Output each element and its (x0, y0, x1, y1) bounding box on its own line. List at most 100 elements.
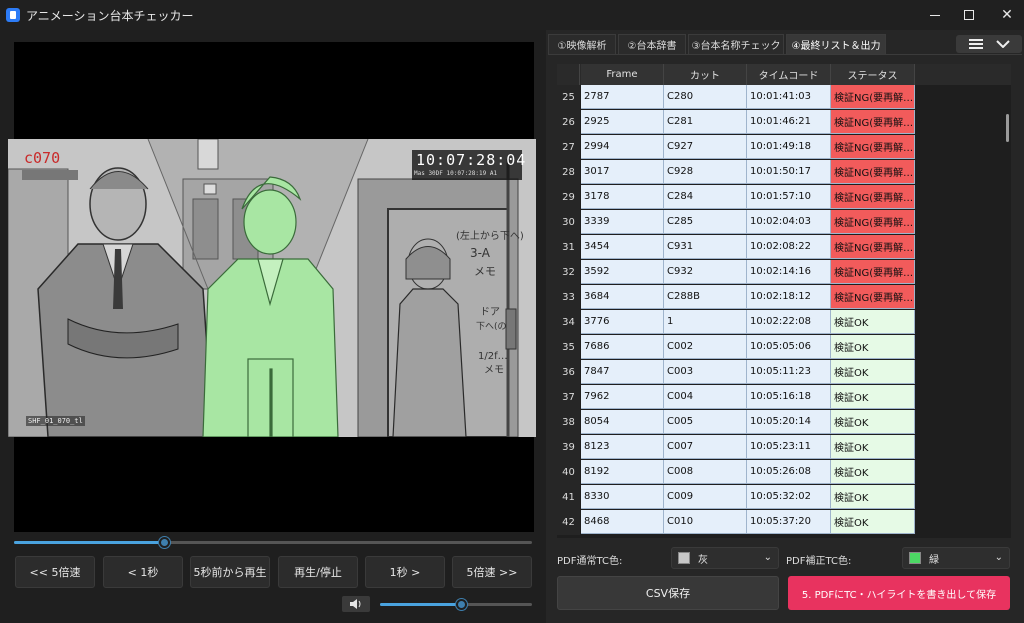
csv-save-button[interactable]: CSV保存 (557, 576, 779, 610)
table-row[interactable]: 40 8192 C008 10:05:26:08 検証OK (557, 460, 915, 485)
table-row[interactable]: 36 7847 C003 10:05:11:23 検証OK (557, 360, 915, 385)
cell-timecode[interactable]: 10:01:46:21 (747, 110, 831, 134)
cell-frame[interactable]: 8054 (581, 410, 664, 434)
tab-final-list[interactable]: ④最終リスト＆出力 (786, 34, 886, 54)
cell-frame[interactable]: 2925 (581, 110, 664, 134)
cell-timecode[interactable]: 10:02:18:12 (747, 285, 831, 309)
cell-status[interactable]: 検証NG(要再解… (831, 110, 915, 134)
table-row[interactable]: 27 2994 C927 10:01:49:18 検証NG(要再解… (557, 135, 915, 160)
pdf-export-button[interactable]: 5. PDFにTC・ハイライトを書き出して保存 (788, 576, 1010, 610)
table-scrollbar[interactable] (1006, 114, 1009, 142)
cell-cut[interactable]: C927 (664, 135, 747, 159)
cell-status[interactable]: 検証OK (831, 460, 915, 484)
cell-timecode[interactable]: 10:05:05:06 (747, 335, 831, 359)
play-from-5s-button[interactable]: 5秒前から再生 (190, 556, 270, 588)
cell-frame[interactable]: 2994 (581, 135, 664, 159)
back-1s-button[interactable]: < 1秒 (103, 556, 183, 588)
cell-cut[interactable]: C285 (664, 210, 747, 234)
cell-frame[interactable]: 8123 (581, 435, 664, 459)
cell-timecode[interactable]: 10:05:20:14 (747, 410, 831, 434)
seek-slider[interactable] (14, 537, 532, 548)
forward-5x-button[interactable]: 5倍速 >> (452, 556, 532, 588)
cell-status[interactable]: 検証NG(要再解… (831, 210, 915, 234)
table-row[interactable]: 26 2925 C281 10:01:46:21 検証NG(要再解… (557, 110, 915, 135)
column-header-status[interactable]: ステータス (831, 64, 915, 85)
cell-status[interactable]: 検証NG(要再解… (831, 235, 915, 259)
cell-cut[interactable]: 1 (664, 310, 747, 334)
cell-timecode[interactable]: 10:05:26:08 (747, 460, 831, 484)
cell-timecode[interactable]: 10:05:32:02 (747, 485, 831, 509)
cell-status[interactable]: 検証OK (831, 385, 915, 409)
table-row[interactable]: 25 2787 C280 10:01:41:03 検証NG(要再解… (557, 85, 915, 110)
cell-timecode[interactable]: 10:02:08:22 (747, 235, 831, 259)
table-row[interactable]: 39 8123 C007 10:05:23:11 検証OK (557, 435, 915, 460)
table-row[interactable]: 29 3178 C284 10:01:57:10 検証NG(要再解… (557, 185, 915, 210)
cell-cut[interactable]: C010 (664, 510, 747, 534)
tab-script-dictionary[interactable]: ②台本辞書 (618, 34, 686, 54)
cell-frame[interactable]: 8192 (581, 460, 664, 484)
cell-cut[interactable]: C004 (664, 385, 747, 409)
cell-frame[interactable]: 3776 (581, 310, 664, 334)
cell-timecode[interactable]: 10:01:57:10 (747, 185, 831, 209)
cell-cut[interactable]: C928 (664, 160, 747, 184)
cell-timecode[interactable]: 10:02:14:16 (747, 260, 831, 284)
cell-frame[interactable]: 3592 (581, 260, 664, 284)
cell-cut[interactable]: C284 (664, 185, 747, 209)
cell-frame[interactable]: 3454 (581, 235, 664, 259)
cell-cut[interactable]: C009 (664, 485, 747, 509)
column-header-frame[interactable]: Frame (581, 64, 664, 85)
cell-timecode[interactable]: 10:02:04:03 (747, 210, 831, 234)
cell-frame[interactable]: 3017 (581, 160, 664, 184)
cell-frame[interactable]: 8330 (581, 485, 664, 509)
cell-cut[interactable]: C005 (664, 410, 747, 434)
table-row[interactable]: 31 3454 C931 10:02:08:22 検証NG(要再解… (557, 235, 915, 260)
column-header-timecode[interactable]: タイムコード (747, 64, 831, 85)
cell-timecode[interactable]: 10:01:41:03 (747, 85, 831, 109)
volume-handle[interactable] (455, 599, 467, 610)
cell-frame[interactable]: 3684 (581, 285, 664, 309)
volume-slider[interactable] (380, 599, 532, 610)
cell-cut[interactable]: C003 (664, 360, 747, 384)
cell-frame[interactable]: 7686 (581, 335, 664, 359)
table-row[interactable]: 28 3017 C928 10:01:50:17 検証NG(要再解… (557, 160, 915, 185)
cell-cut[interactable]: C932 (664, 260, 747, 284)
play-pause-button[interactable]: 再生/停止 (278, 556, 358, 588)
cell-cut[interactable]: C007 (664, 435, 747, 459)
cell-timecode[interactable]: 10:05:37:20 (747, 510, 831, 534)
table-row[interactable]: 42 8468 C010 10:05:37:20 検証OK (557, 510, 915, 535)
cell-status[interactable]: 検証OK (831, 510, 915, 534)
cell-timecode[interactable]: 10:01:50:17 (747, 160, 831, 184)
pdf-fixed-color-select[interactable]: 緑 ⌄ (902, 547, 1010, 569)
cell-frame[interactable]: 7962 (581, 385, 664, 409)
cell-status[interactable]: 検証OK (831, 410, 915, 434)
forward-1s-button[interactable]: 1秒 > (365, 556, 445, 588)
cell-cut[interactable]: C008 (664, 460, 747, 484)
cell-status[interactable]: 検証NG(要再解… (831, 160, 915, 184)
cell-timecode[interactable]: 10:05:11:23 (747, 360, 831, 384)
table-row[interactable]: 32 3592 C932 10:02:14:16 検証NG(要再解… (557, 260, 915, 285)
volume-button[interactable] (342, 596, 370, 612)
cell-cut[interactable]: C281 (664, 110, 747, 134)
rewind-5x-button[interactable]: << 5倍速 (15, 556, 95, 588)
cell-cut[interactable]: C288B (664, 285, 747, 309)
table-row[interactable]: 38 8054 C005 10:05:20:14 検証OK (557, 410, 915, 435)
cell-frame[interactable]: 8468 (581, 510, 664, 534)
cell-status[interactable]: 検証OK (831, 310, 915, 334)
table-row[interactable]: 35 7686 C002 10:05:05:06 検証OK (557, 335, 915, 360)
cell-status[interactable]: 検証OK (831, 485, 915, 509)
cell-status[interactable]: 検証NG(要再解… (831, 135, 915, 159)
cell-timecode[interactable]: 10:02:22:08 (747, 310, 831, 334)
column-header-cut[interactable]: カット (664, 64, 747, 85)
cell-status[interactable]: 検証OK (831, 435, 915, 459)
cell-cut[interactable]: C002 (664, 335, 747, 359)
cell-status[interactable]: 検証NG(要再解… (831, 260, 915, 284)
table-row[interactable]: 34 3776 1 10:02:22:08 検証OK (557, 310, 915, 335)
cell-status[interactable]: 検証NG(要再解… (831, 85, 915, 109)
tab-script-name-check[interactable]: ③台本名称チェック (688, 34, 784, 54)
cell-timecode[interactable]: 10:05:16:18 (747, 385, 831, 409)
table-row[interactable]: 37 7962 C004 10:05:16:18 検証OK (557, 385, 915, 410)
table-row[interactable]: 30 3339 C285 10:02:04:03 検証NG(要再解… (557, 210, 915, 235)
cell-frame[interactable]: 7847 (581, 360, 664, 384)
cell-status[interactable]: 検証NG(要再解… (831, 185, 915, 209)
pdf-normal-color-select[interactable]: 灰 ⌄ (671, 547, 779, 569)
